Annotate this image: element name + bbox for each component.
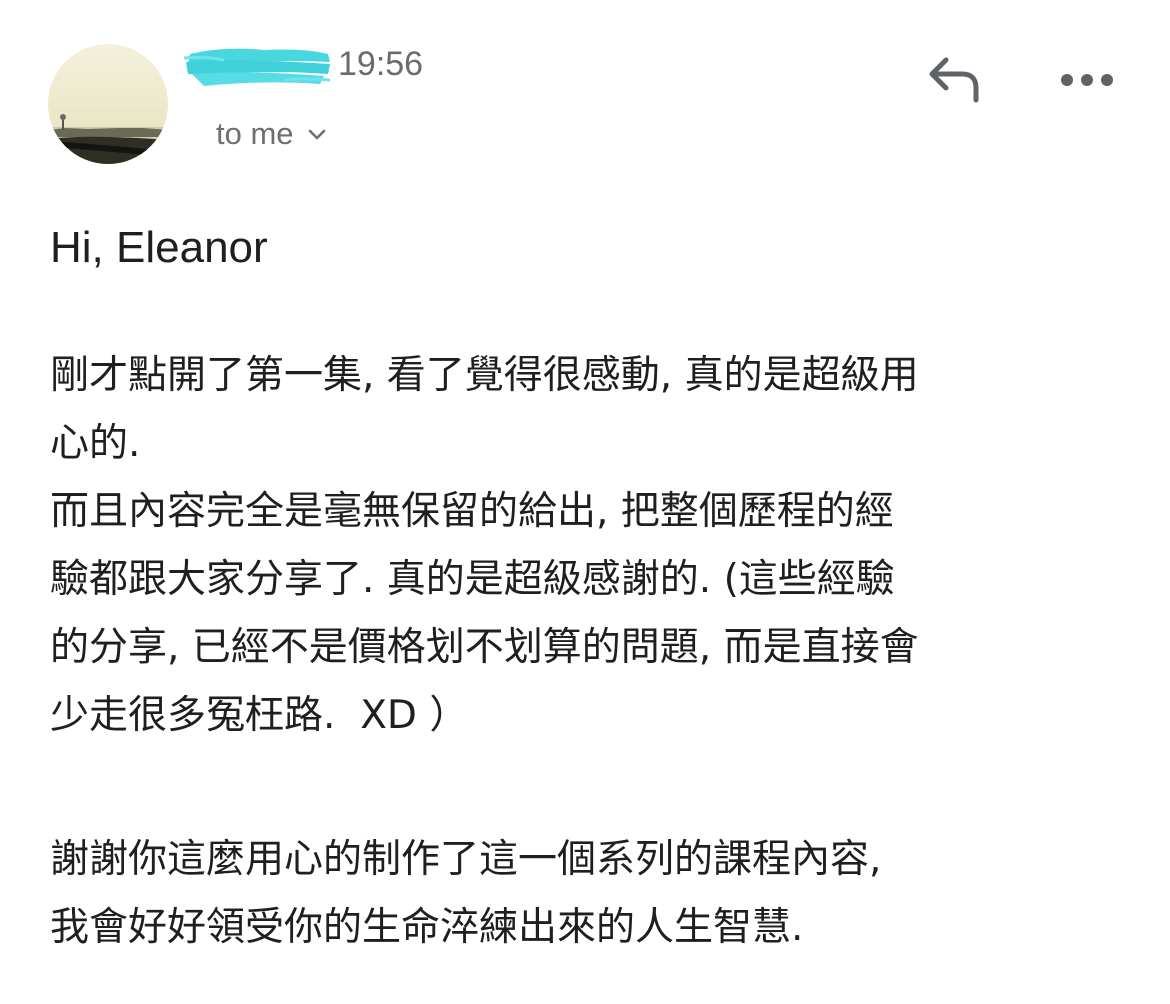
message-time: 19:56: [338, 45, 424, 83]
sender-name: [183, 40, 334, 90]
recipient-label: to me: [216, 116, 294, 151]
more-horizontal-icon: [1061, 74, 1113, 86]
message-paragraph: 剛才點開了第一集, 看了覺得很感動, 真的是超級用 心的.: [50, 353, 919, 466]
sender-name-redaction: [183, 48, 331, 86]
message-paragraph: 謝謝你這麼用心的制作了這一個系列的課程內容, 我會好好領受你的生命淬練出來的人生…: [50, 837, 882, 950]
reply-button[interactable]: [918, 50, 990, 110]
more-options-button[interactable]: [1052, 54, 1122, 106]
reply-icon: [929, 57, 979, 103]
recipient-details-toggle[interactable]: to me: [216, 114, 328, 154]
avatar-landscape-photo: [48, 44, 168, 164]
message-greeting: Hi, Eleanor: [50, 223, 268, 272]
avatar[interactable]: [48, 44, 168, 164]
message-paragraph: 而且內容完全是毫無保留的給出, 把整個歷程的經 驗都跟大家分享了. 真的是超級感…: [50, 489, 919, 738]
chevron-down-icon: [306, 123, 328, 145]
